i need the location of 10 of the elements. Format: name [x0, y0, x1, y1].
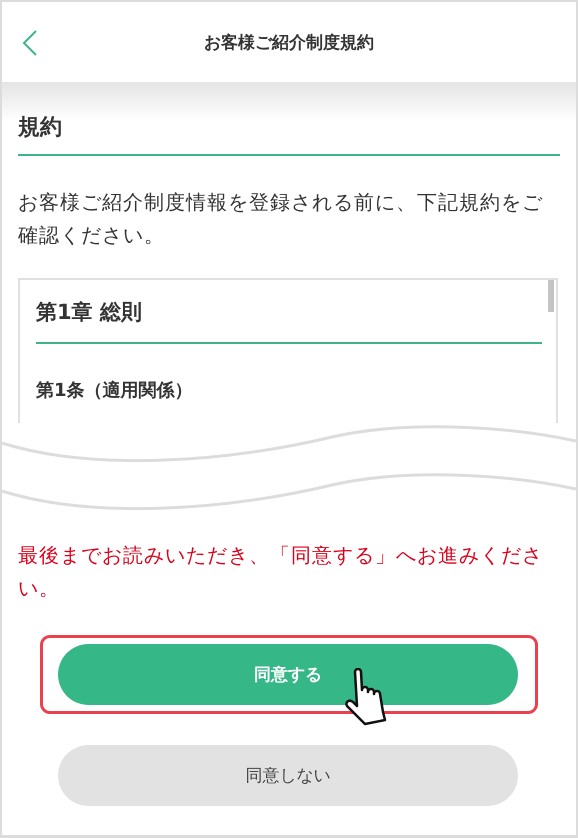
back-icon[interactable] — [22, 30, 38, 56]
hand-cursor-icon — [343, 668, 389, 726]
chapter-heading: 第1章 総則 — [36, 298, 542, 344]
page-title: お客様ご紹介制度規約 — [204, 32, 374, 54]
decline-button[interactable]: 同意しない — [58, 745, 518, 806]
notice-text: 最後までお読みいただき、「同意する」へお進みください。 — [17, 542, 544, 602]
section-heading: 規約 — [18, 112, 560, 156]
article-heading: 第1条（適用関係） — [36, 379, 194, 402]
intro-text: お客様ご紹介制度情報を登録される前に、下記規約をご確認ください。 — [17, 189, 544, 249]
scrollbar-thumb[interactable] — [548, 280, 554, 312]
